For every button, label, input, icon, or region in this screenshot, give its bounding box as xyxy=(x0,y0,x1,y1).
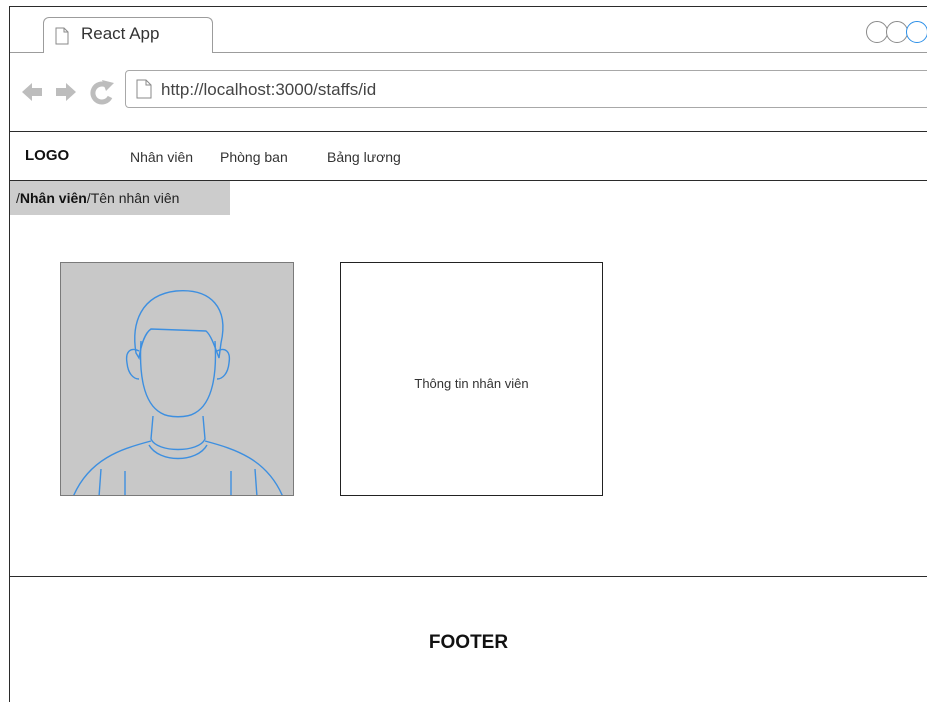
person-icon xyxy=(73,290,283,495)
tab-strip-border xyxy=(10,52,43,53)
footer: FOOTER xyxy=(10,577,927,702)
staff-info-placeholder: Thông tin nhân viên xyxy=(414,376,529,391)
forward-arrow-icon[interactable] xyxy=(56,83,76,101)
nav-item-nhan-vien[interactable]: Nhân viên xyxy=(130,149,193,165)
window-control-circle-icon[interactable] xyxy=(866,21,888,43)
back-arrow-icon[interactable] xyxy=(22,83,42,101)
breadcrumb-current: Tên nhân viên xyxy=(90,190,180,206)
browser-nav-buttons xyxy=(20,79,120,105)
refresh-icon[interactable] xyxy=(90,80,114,105)
logo[interactable]: LOGO xyxy=(25,147,69,164)
staff-avatar xyxy=(60,262,294,496)
divider xyxy=(10,131,927,132)
staff-info-panel: Thông tin nhân viên xyxy=(340,262,603,496)
browser-tab[interactable]: React App xyxy=(43,17,213,53)
window-controls xyxy=(866,21,927,43)
tab-title: React App xyxy=(81,24,160,43)
breadcrumb-link-nhan-vien[interactable]: Nhân viên xyxy=(20,190,87,206)
window-control-circle-icon[interactable] xyxy=(906,21,927,43)
nav-item-bang-luong[interactable]: Bảng lương xyxy=(327,149,401,165)
document-icon xyxy=(136,79,152,104)
window-control-circle-icon[interactable] xyxy=(886,21,908,43)
breadcrumb: /Nhân viên/Tên nhân viên xyxy=(10,181,230,215)
footer-label: FOOTER xyxy=(428,632,509,653)
nav-item-phong-ban[interactable]: Phòng ban xyxy=(220,149,288,165)
document-icon xyxy=(55,27,69,50)
address-bar[interactable]: http://localhost:3000/staffs/id xyxy=(125,70,927,108)
url-text: http://localhost:3000/staffs/id xyxy=(161,80,377,99)
tab-strip-border xyxy=(213,52,927,53)
